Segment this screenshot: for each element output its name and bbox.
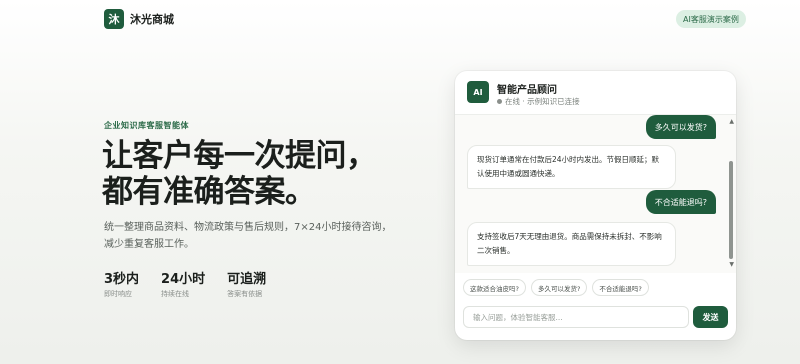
- chat-widget: AI 智能产品顾问 在线 · 示例知识已连接 多久可以发货? 现货订单通常在付款…: [455, 71, 736, 340]
- stat-value: 3秒内: [104, 272, 140, 287]
- quick-questions: 这款适合油皮吗? 多久可以发货? 不合适能退吗?: [463, 279, 649, 296]
- hero-title-line2: 都有准确答案。: [102, 174, 316, 210]
- hero-title: 让客户每一次提问， 都有准确答案。: [102, 138, 377, 210]
- chat-input[interactable]: [463, 306, 689, 328]
- brand-logo[interactable]: 沐: [104, 9, 124, 29]
- stat-label: 即时响应: [104, 290, 132, 298]
- hero-description: 统一整理商品资料、物流政策与售后规则，7×24小时接待咨询，减少重复客服工作。: [104, 222, 392, 250]
- top-bar: 沐 沐光商城 AI客服演示案例: [0, 0, 800, 38]
- bot-message: 支持签收后7天无理由退货。商品需保持未拆封、不影响二次销售。: [467, 222, 676, 266]
- stat-item: 3秒内 即时响应: [104, 272, 139, 299]
- quick-question-chip[interactable]: 不合适能退吗?: [592, 279, 649, 296]
- stat-value: 24小时: [161, 272, 206, 287]
- quick-question-chip[interactable]: 多久可以发货?: [530, 279, 588, 296]
- quick-question-chip[interactable]: 这款适合油皮吗?: [463, 279, 526, 296]
- stat-item: 可追溯 答案有依据: [227, 272, 266, 299]
- demo-badge[interactable]: AI客服演示案例: [676, 10, 746, 28]
- agent-status-text: 在线 · 示例知识已连接: [505, 97, 580, 106]
- agent-status: 在线 · 示例知识已连接: [497, 96, 580, 107]
- hero-title-line1: 让客户每一次提问，: [102, 138, 377, 174]
- stat-label: 答案有依据: [227, 290, 263, 298]
- bot-message: 现货订单通常在付款后24小时内发出。节假日顺延；默认使用中通或圆通快递。: [467, 145, 676, 189]
- stat-value: 可追溯: [227, 272, 267, 287]
- status-dot-icon: [497, 99, 502, 104]
- user-message: 多久可以发货?: [645, 115, 716, 139]
- hero-eyebrow: 企业知识库客服智能体: [104, 121, 189, 130]
- agent-name: 智能产品顾问: [497, 85, 557, 96]
- chat-header: AI 智能产品顾问 在线 · 示例知识已连接: [455, 71, 736, 115]
- brand-name[interactable]: 沐光商城: [130, 11, 174, 27]
- scroll-down-arrow-icon[interactable]: ▼: [729, 261, 734, 268]
- scroll-up-arrow-icon[interactable]: ▲: [729, 118, 734, 125]
- message-list[interactable]: 多久可以发货? 现货订单通常在付款后24小时内发出。节假日顺延；默认使用中通或圆…: [455, 115, 736, 273]
- stats-row: 3秒内 即时响应 24小时 持续在线 可追溯 答案有依据: [104, 272, 266, 299]
- user-message: 不合适能退吗?: [645, 190, 716, 214]
- stat-item: 24小时 持续在线: [161, 272, 205, 299]
- stat-label: 持续在线: [161, 290, 190, 298]
- ai-avatar: AI: [467, 81, 489, 103]
- scrollbar-thumb[interactable]: [729, 161, 733, 259]
- send-button[interactable]: 发送: [693, 306, 728, 328]
